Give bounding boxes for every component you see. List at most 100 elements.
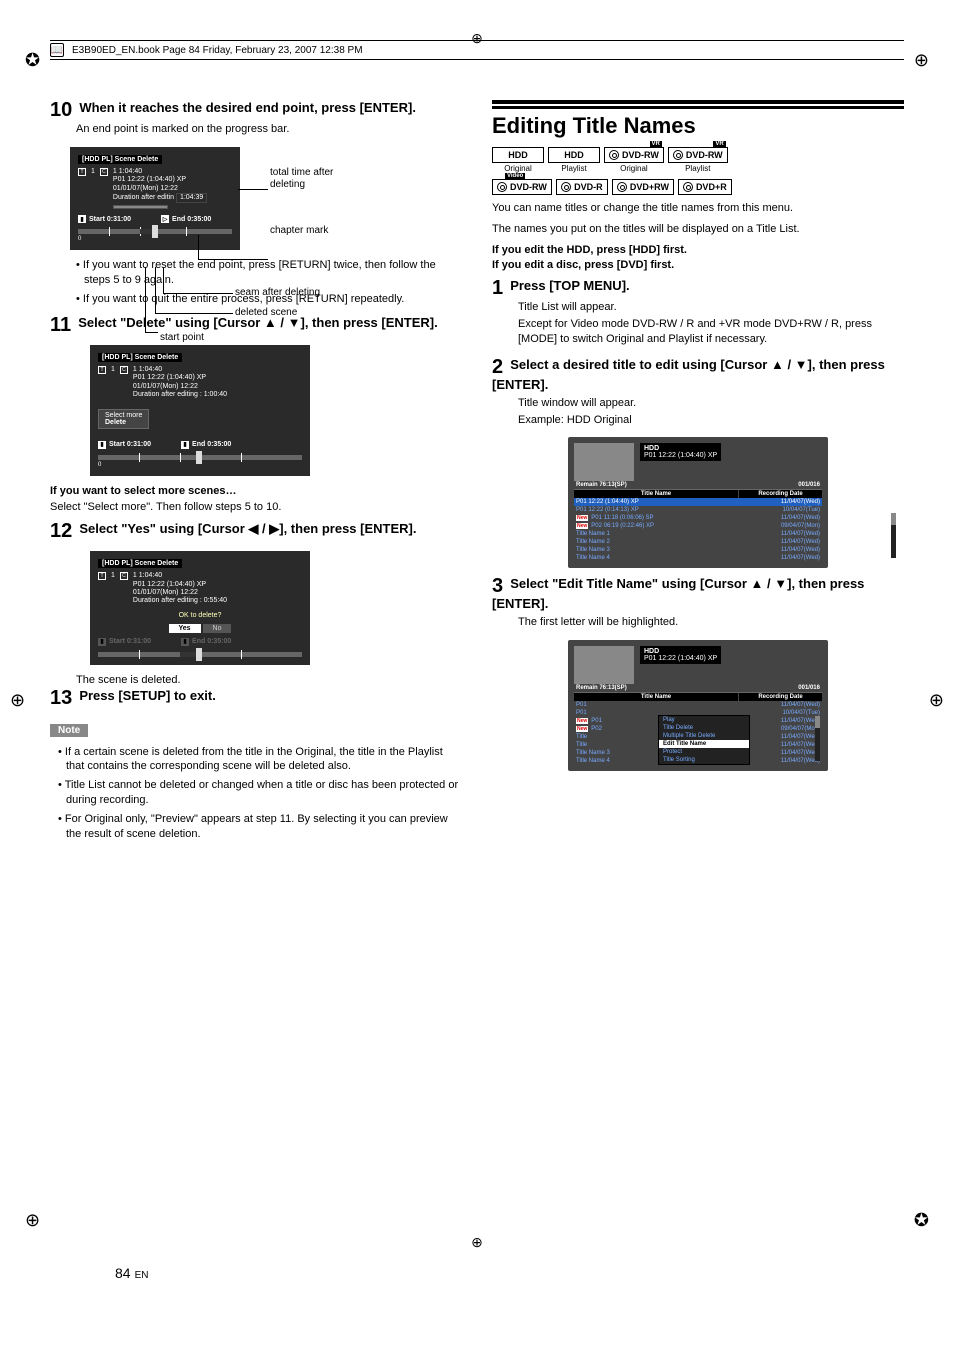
scene-delete-diagram: [HDD PL] Scene Delete T 1 C 1 1:04:40 P0… xyxy=(70,147,370,251)
confirm-prompt: OK to delete? xyxy=(98,612,302,619)
osd-line: P01 12:22 (1:04:40) XP xyxy=(113,176,207,184)
step-number: 11 xyxy=(50,315,71,335)
osd-start-time: Start 0:31:00 xyxy=(89,216,131,223)
crop-mark-icon: ⊕ xyxy=(10,690,25,711)
note-bullet: • Title List cannot be deleted or change… xyxy=(58,778,462,808)
osd-line: Duration after editin xyxy=(113,194,174,201)
media-badge: DVD+RW xyxy=(612,179,674,195)
table-row[interactable]: Title Name 111/04/07(Wed) xyxy=(574,530,822,538)
media-badge: DVD-R xyxy=(556,179,608,195)
bullet-text: • If you want to reset the end point, pr… xyxy=(76,258,462,288)
step-number: 1 xyxy=(492,278,503,298)
callout-seam: seam after deleting xyxy=(235,287,320,299)
chapter-icon: C xyxy=(100,168,108,176)
crop-mark-icon: ⊕ xyxy=(25,1210,40,1231)
note-bullet: • For Original only, "Preview" appears a… xyxy=(58,812,462,842)
crop-mark-icon: ⊕ xyxy=(929,690,944,711)
media-badge: VRDVD-RWOriginal xyxy=(604,147,664,173)
start-marker-icon: ▮ xyxy=(98,638,106,646)
yes-button[interactable]: Yes xyxy=(169,624,201,633)
table-row[interactable]: Title Name 411/04/07(Wed) xyxy=(574,554,822,562)
context-menu-item[interactable]: Title Delete xyxy=(659,724,749,732)
start-marker-icon: ▮ xyxy=(78,215,86,223)
menu-item: Select more xyxy=(105,412,142,419)
step-heading: When it reaches the desired end point, p… xyxy=(79,100,416,115)
crop-mark-icon: ⊕ xyxy=(471,1234,483,1251)
crop-mark-icon: ⊕ xyxy=(914,50,929,71)
note-label: Note xyxy=(50,724,88,737)
osd-panel-title: [HDD PL] Scene Delete xyxy=(78,155,162,164)
context-menu-item[interactable]: Multiple Title Delete xyxy=(659,732,749,740)
book-icon: 📖 xyxy=(50,43,64,57)
table-row[interactable]: P0111/04/07(Wed) xyxy=(574,701,822,709)
step-13: 13 Press [SETUP] to exit. xyxy=(50,688,462,708)
media-badge: VRDVD-RWPlaylist xyxy=(668,147,728,173)
callout-total-time: total time after deleting xyxy=(270,167,370,191)
context-menu: PlayTitle DeleteMultiple Title DeleteEdi… xyxy=(658,715,750,765)
intro-text: You can name titles or change the title … xyxy=(492,201,904,216)
osd-line: 1 1:04:40 xyxy=(113,168,207,176)
media-badge: HDDPlaylist xyxy=(548,147,600,173)
osd-end-time: End 0:35:00 xyxy=(172,216,211,223)
media-badges-row: HDDOriginalHDDPlaylistVRDVD-RWOriginalVR… xyxy=(492,147,904,173)
context-menu-item[interactable]: Edit Title Name xyxy=(659,740,749,748)
title-list-screen: HDDP01 12:22 (1:04:40) XP Remain 76:13(S… xyxy=(568,437,828,568)
crop-mark-icon: ✪ xyxy=(914,1210,929,1231)
callout-chapter-mark: chapter mark xyxy=(270,225,328,237)
step-heading: Press [TOP MENU]. xyxy=(510,278,629,293)
step-12: 12 Select "Yes" using [Cursor ◀ / ▶], th… xyxy=(50,521,462,541)
context-menu-item[interactable]: Play xyxy=(659,716,749,724)
duration-box: 1:04:39 xyxy=(176,193,207,203)
section-title: Editing Title Names xyxy=(492,106,904,139)
scrollbar[interactable] xyxy=(891,513,896,558)
title-icon: T xyxy=(78,168,86,176)
osd-line: 01/01/07(Mon) 12:22 xyxy=(113,185,207,193)
scrollbar[interactable] xyxy=(815,716,820,761)
step-3: 3 Select "Edit Title Name" using [Cursor… xyxy=(492,576,904,630)
media-badge: HDDOriginal xyxy=(492,147,544,173)
title-icon: T xyxy=(98,366,106,374)
end-marker-icon: ▮ xyxy=(181,441,189,449)
step-number: 13 xyxy=(50,688,72,708)
step-heading: Press [SETUP] to exit. xyxy=(79,688,216,703)
instruction-bold: If you edit a disc, press [DVD] first. xyxy=(492,258,904,273)
callout-start-point: start point xyxy=(160,332,204,344)
step-2: 2 Select a desired title to edit using [… xyxy=(492,357,904,428)
table-row[interactable]: P01 12:22 (1:04:40) XP11/04/07(Wed) xyxy=(574,498,822,506)
intro-text: The names you put on the titles will be … xyxy=(492,222,904,237)
table-row[interactable]: NewP01 11:18 (0:06:06) SP11/04/07(Wed) xyxy=(574,514,822,522)
media-badge: VideoDVD-RW xyxy=(492,179,552,195)
table-row[interactable]: Title Name 311/04/07(Wed) xyxy=(574,546,822,554)
step-heading: Select a desired title to edit using [Cu… xyxy=(492,357,885,392)
start-marker-icon: ▮ xyxy=(98,441,106,449)
title-list-context-screen: HDDP01 12:22 (1:04:40) XP Remain 76:13(S… xyxy=(568,640,828,771)
chapter-icon: C xyxy=(120,572,128,580)
table-row[interactable]: NewP02 06:19 (0:22:46) XP09/04/07(Mon) xyxy=(574,522,822,530)
note-bullet: • If a certain scene is deleted from the… xyxy=(58,745,462,775)
end-marker-icon: ▷ xyxy=(161,215,169,223)
no-button[interactable]: No xyxy=(203,624,232,633)
page-number: 84EN xyxy=(115,1265,148,1281)
step-1: 1 Press [TOP MENU]. Title List will appe… xyxy=(492,278,904,347)
step-heading: Select "Edit Title Name" using [Cursor ▲… xyxy=(492,576,864,611)
crop-mark-icon: ✪ xyxy=(25,50,40,71)
thumbnail-icon xyxy=(574,646,634,684)
context-menu-item[interactable]: Protect xyxy=(659,748,749,756)
instruction-bold: If you edit the HDD, press [HDD] first. xyxy=(492,243,904,258)
step-10: 10 When it reaches the desired end point… xyxy=(50,100,462,137)
step-number: 10 xyxy=(50,100,72,120)
end-marker-icon: ▮ xyxy=(181,638,189,646)
subheading: If you want to select more scenes… xyxy=(50,484,462,499)
table-row[interactable]: Title Name 211/04/07(Wed) xyxy=(574,538,822,546)
chapter-icon: C xyxy=(120,366,128,374)
body-text: Select "Select more". Then follow steps … xyxy=(50,500,462,515)
step-body: An end point is marked on the progress b… xyxy=(76,122,462,137)
table-row[interactable]: P01 12:22 (0:14:13) XP10/04/07(Tue) xyxy=(574,506,822,514)
menu-item-selected: Delete xyxy=(105,419,142,426)
body-text: The scene is deleted. xyxy=(76,673,462,688)
osd-panel-title: [HDD PL] Scene Delete xyxy=(98,559,182,568)
crop-mark-icon: ⊕ xyxy=(471,30,483,47)
context-menu-item[interactable]: Title Sorting xyxy=(659,756,749,764)
thumbnail-icon xyxy=(574,443,634,481)
media-badges-row: VideoDVD-RWDVD-RDVD+RWDVD+R xyxy=(492,179,904,195)
